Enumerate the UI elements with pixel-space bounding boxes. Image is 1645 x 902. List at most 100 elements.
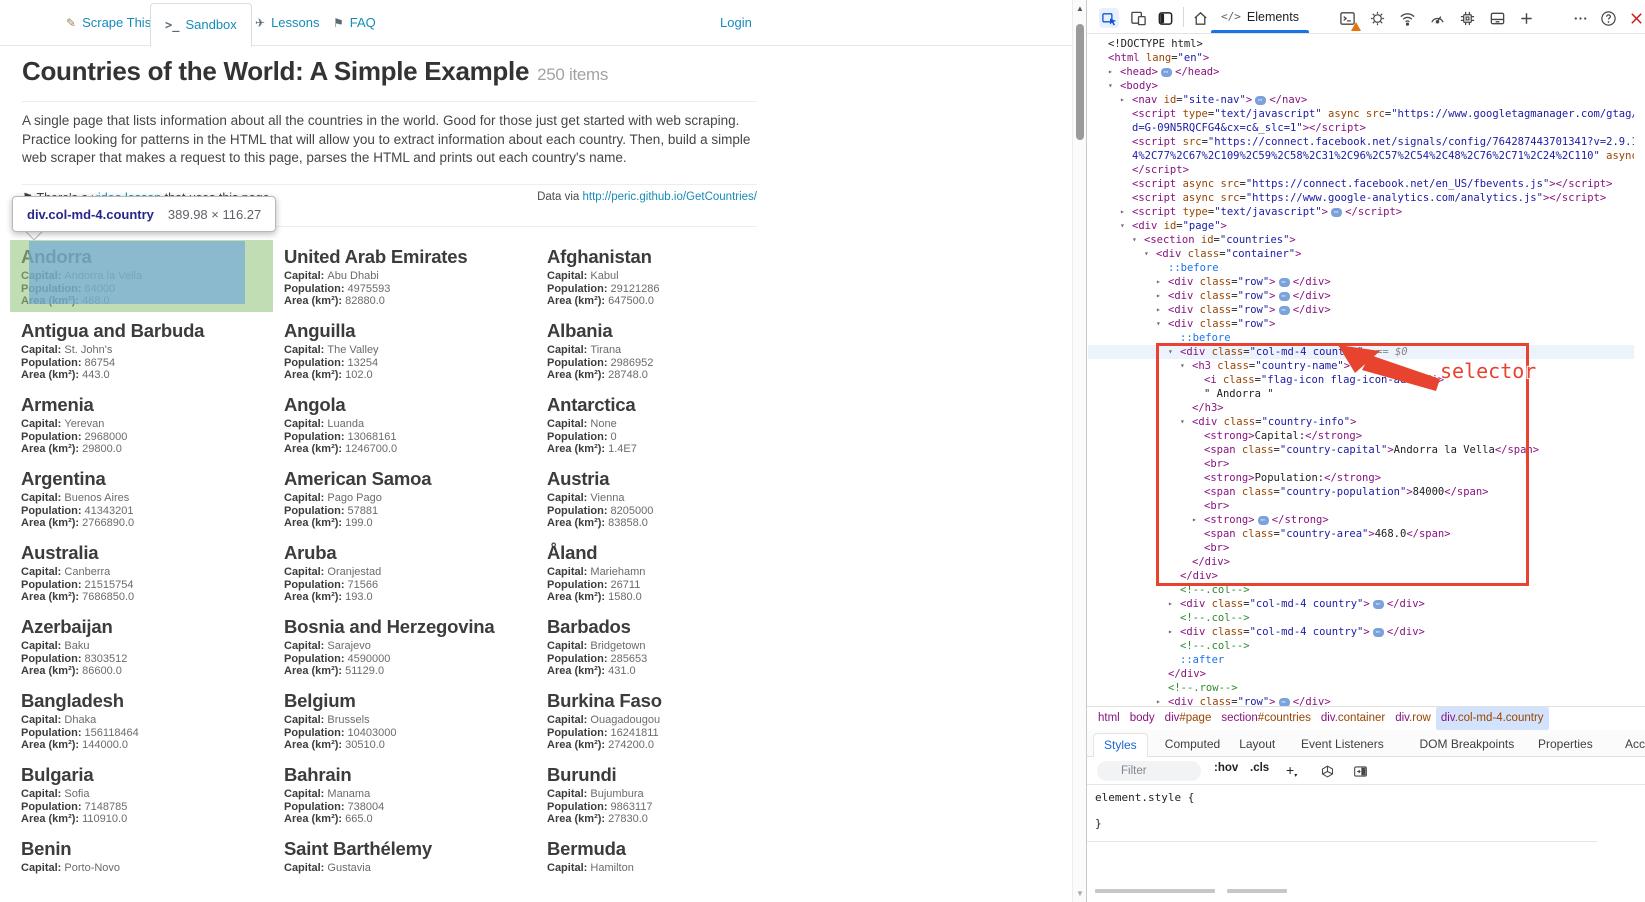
dom-tree-line[interactable]: <!--.row--> [1088, 681, 1634, 695]
more-tabs-icon[interactable] [1516, 8, 1536, 28]
panel-tab-styles[interactable]: Styles [1093, 733, 1148, 757]
dom-tree-line[interactable]: </div> [1088, 555, 1634, 569]
dom-tree-line[interactable]: ▾<div class="row"> [1088, 317, 1634, 331]
dom-tree-line[interactable]: ▸<nav id="site-nav">⋯</nav> [1088, 93, 1634, 107]
expand-ellipsis-button[interactable]: ⋯ [1373, 600, 1384, 609]
more-options-icon[interactable] [1570, 8, 1590, 28]
dom-tree-line[interactable]: <br> [1088, 457, 1634, 471]
toggle-class-button[interactable]: .cls [1250, 762, 1269, 774]
dom-tree-line[interactable]: <br> [1088, 499, 1634, 513]
device-emulation-icon[interactable] [1128, 8, 1148, 28]
panel-tab-event-listeners[interactable]: Event Listeners [1291, 733, 1394, 757]
dom-tree-line[interactable]: ▸<div class="row">⋯</div> [1088, 303, 1634, 317]
expand-ellipsis-button[interactable]: ⋯ [1255, 96, 1266, 105]
console-icon[interactable] [1337, 8, 1357, 28]
expand-arrow-icon[interactable]: ▸ [1120, 93, 1125, 107]
expand-arrow-icon[interactable]: ▸ [1120, 205, 1125, 219]
collapse-arrow-icon[interactable]: ▾ [1156, 317, 1161, 331]
dom-tree-line[interactable]: ▸<div class="col-md-4 country">⋯</div> [1088, 597, 1634, 611]
dom-tree-line[interactable]: ▸<div class="row">⋯</div> [1088, 275, 1634, 289]
collapse-arrow-icon[interactable]: ▾ [1132, 233, 1137, 247]
close-icon[interactable] [1626, 8, 1645, 28]
dom-tree-line[interactable]: d=G-09N5RQCFG4&cx=c&_slc=1"></script> [1088, 121, 1634, 135]
expand-ellipsis-button[interactable]: ⋯ [1373, 628, 1384, 637]
expand-arrow-icon[interactable]: ▸ [1168, 625, 1173, 639]
dom-tree-line[interactable]: ▸<strong>⋯</strong> [1088, 513, 1634, 527]
breadcrumb-item[interactable]: section#countries [1216, 707, 1316, 730]
network-icon[interactable] [1397, 8, 1417, 28]
breadcrumb-item[interactable]: div#page [1160, 707, 1217, 730]
breadcrumb-item[interactable]: div.row [1390, 707, 1436, 730]
dom-tree-line[interactable]: ::after [1088, 653, 1634, 667]
dom-tree-line[interactable]: <i class="flag-icon flag-icon-ad"></i> [1088, 373, 1634, 387]
dom-tree-line[interactable]: </script> [1088, 163, 1634, 177]
expand-ellipsis-button[interactable]: ⋯ [1279, 306, 1290, 315]
element-style-close[interactable]: } [1095, 817, 1102, 830]
dom-tree-line[interactable]: <script src="https://connect.facebook.ne… [1088, 135, 1634, 149]
tab-elements[interactable]: </> Elements [1209, 0, 1311, 33]
data-source-link[interactable]: http://peric.github.io/GetCountries/ [582, 191, 757, 203]
dom-tree-line[interactable]: <span class="country-population">84000</… [1088, 485, 1634, 499]
panel-tab-layout[interactable]: Layout [1229, 733, 1285, 757]
dom-tree-line[interactable]: <span class="country-area">468.0</span> [1088, 527, 1634, 541]
element-style-rule[interactable]: element.style { } [1087, 785, 1597, 902]
pick-element-icon[interactable] [1099, 8, 1119, 28]
dom-tree-line[interactable]: ▸<script type="text/javascript">⋯</scrip… [1088, 205, 1634, 219]
dom-tree-line[interactable]: ▾<body> [1088, 79, 1634, 93]
collapse-arrow-icon[interactable]: ▾ [1120, 219, 1125, 233]
dom-tree-line[interactable]: <script async src="https://www.google-an… [1088, 191, 1634, 205]
panel-tab-computed[interactable]: Computed [1155, 733, 1230, 757]
collapse-arrow-icon[interactable]: ▾ [1108, 79, 1113, 93]
dom-tree-line[interactable]: ▾<h3 class="country-name"> [1088, 359, 1634, 373]
dom-tree-line[interactable]: " Andorra " [1088, 387, 1634, 401]
expand-ellipsis-button[interactable]: ⋯ [1279, 292, 1290, 301]
dom-tree-line[interactable]: ▸<div class="col-md-4 country">⋯</div> [1088, 625, 1634, 639]
panel-layout-icon[interactable] [1155, 8, 1175, 28]
expand-arrow-icon[interactable]: ▸ [1156, 289, 1161, 303]
panel-tab-dom-breakpoints[interactable]: DOM Breakpoints [1410, 733, 1525, 757]
dom-tree-line[interactable]: 4%2C77%2C67%2C109%2C59%2C58%2C31%2C96%2C… [1088, 149, 1634, 163]
dom-tree-line[interactable]: <!DOCTYPE html> [1088, 37, 1634, 51]
breadcrumb-item[interactable]: div.container [1316, 707, 1390, 730]
new-style-rule-button[interactable]: +▾ [1286, 762, 1297, 779]
nav-link-faq[interactable]: ⚑FAQ [333, 0, 376, 45]
element-style-open[interactable]: element.style { [1095, 791, 1194, 804]
collapse-arrow-icon[interactable]: ▾ [1180, 415, 1185, 429]
help-icon[interactable] [1598, 8, 1618, 28]
dom-tree-line[interactable]: <!--.col--> [1088, 639, 1634, 653]
breadcrumb-item[interactable]: body [1125, 707, 1160, 730]
issues-icon[interactable] [1367, 8, 1387, 28]
toggle-hover-state-button[interactable]: :hov [1214, 762, 1238, 774]
dom-tree-line[interactable]: ::before [1088, 261, 1634, 275]
nav-link-lessons[interactable]: ✈Lessons [255, 0, 319, 45]
application-icon[interactable] [1487, 8, 1507, 28]
dom-tree-line[interactable]: ▾<div class="col-md-4 country"> == $0 [1088, 345, 1634, 359]
dom-tree-line[interactable]: ▾<section id="countries"> [1088, 233, 1634, 247]
expand-arrow-icon[interactable]: ▸ [1156, 275, 1161, 289]
expand-arrow-icon[interactable]: ▸ [1108, 65, 1113, 79]
scrollbar-thumb[interactable] [1076, 24, 1084, 140]
panel-tab-accessibility[interactable]: Accessibility [1615, 733, 1645, 757]
rendering-emulation-icon[interactable] [1317, 761, 1337, 781]
dom-tree-line[interactable]: ▸<head>⋯</head> [1088, 65, 1634, 79]
dom-tree-line[interactable]: </h3> [1088, 401, 1634, 415]
expand-ellipsis-button[interactable]: ⋯ [1161, 68, 1172, 77]
styles-filter-input[interactable]: Filter [1097, 761, 1201, 781]
dom-tree-line[interactable]: <script async src="https://connect.faceb… [1088, 177, 1634, 191]
scroll-down-arrow-icon[interactable]: ▼ [1073, 889, 1087, 898]
welcome-home-icon[interactable] [1190, 8, 1210, 28]
dom-tree-line[interactable]: ▾<div class="country-info"> [1088, 415, 1634, 429]
dom-tree-line[interactable]: </div> [1088, 569, 1634, 583]
expand-arrow-icon[interactable]: ▸ [1192, 513, 1197, 527]
memory-icon[interactable] [1457, 8, 1477, 28]
dom-tree-line[interactable]: ▾<div id="page"> [1088, 219, 1634, 233]
dom-tree-line[interactable]: ▸<div class="row">⋯</div> [1088, 289, 1634, 303]
breadcrumb-item[interactable]: html [1093, 707, 1125, 730]
collapse-arrow-icon[interactable]: ▾ [1168, 345, 1173, 359]
dom-tree-line[interactable]: <span class="country-capital">Andorra la… [1088, 443, 1634, 457]
collapse-arrow-icon[interactable]: ▾ [1144, 247, 1149, 261]
nav-tab-sandbox[interactable]: >_Sandbox [150, 3, 252, 47]
dom-tree-line[interactable]: <script type="text/javascript" async src… [1088, 107, 1634, 121]
expand-ellipsis-button[interactable]: ⋯ [1279, 278, 1290, 287]
dom-tree-line[interactable]: <strong>Capital:</strong> [1088, 429, 1634, 443]
